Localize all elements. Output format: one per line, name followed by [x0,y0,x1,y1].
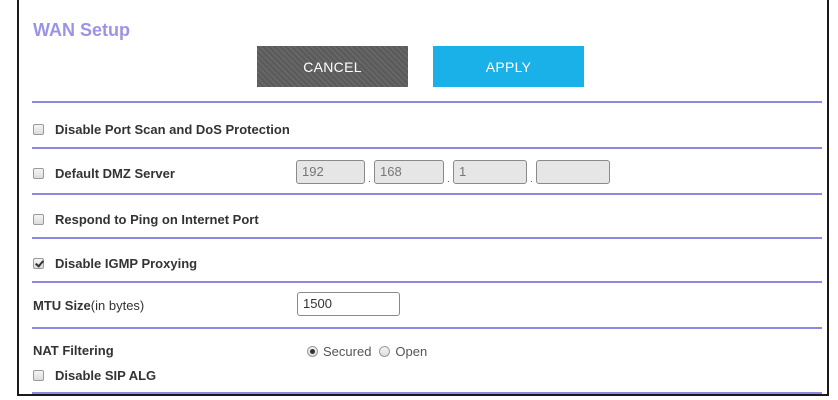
mtu-input[interactable]: 1500 [297,292,400,316]
igmp-checkbox[interactable] [33,258,44,269]
ip-dot: . [530,174,533,185]
dmz-ip-octet-1[interactable]: 192 [296,160,365,184]
nat-option-open[interactable]: Open [379,344,427,359]
igmp-row: Disable IGMP Proxying [33,256,197,271]
page-title: WAN Setup [33,20,130,40]
dmz-ip-octet-2[interactable]: 168 [374,160,444,184]
mtu-label-bold: MTU Size [33,298,91,313]
apply-button[interactable]: APPLY [433,46,584,87]
secured-radio[interactable] [307,346,318,357]
dmz-row: Default DMZ Server [33,166,175,181]
sip-checkbox[interactable] [33,370,44,381]
port-scan-label: Disable Port Scan and DoS Protection [55,122,290,137]
divider [32,281,822,283]
sip-row: Disable SIP ALG [33,368,156,383]
ping-checkbox[interactable] [33,214,44,225]
divider [32,147,822,149]
secured-label: Secured [323,344,372,359]
nat-filtering-options: Secured Open [307,344,435,359]
divider [32,193,822,195]
cancel-button[interactable]: CANCEL [257,46,408,87]
open-label: Open [395,344,428,359]
wan-setup-panel: WAN Setup CANCEL APPLY Disable Port Scan… [21,0,825,394]
dmz-checkbox[interactable] [33,168,44,179]
nat-option-secured[interactable]: Secured [307,344,371,359]
mtu-label-unit: (in bytes) [90,298,145,313]
ping-label: Respond to Ping on Internet Port [55,212,259,227]
divider [32,101,822,103]
dmz-ip-octet-4[interactable] [536,160,610,184]
divider [32,237,822,239]
ping-row: Respond to Ping on Internet Port [33,212,259,227]
igmp-label: Disable IGMP Proxying [55,256,198,271]
sip-label: Disable SIP ALG [55,368,157,383]
dmz-label: Default DMZ Server [55,166,175,181]
dmz-ip-octet-3[interactable]: 1 [453,160,527,184]
open-radio[interactable] [379,346,391,357]
divider [32,392,822,394]
mtu-label: MTU Size(in bytes) [33,298,144,313]
divider [32,327,822,329]
ip-dot: . [447,174,450,185]
nat-filtering-label: NAT Filtering [33,343,114,358]
ip-dot: . [368,174,371,185]
port-scan-row: Disable Port Scan and DoS Protection [33,122,290,137]
port-scan-checkbox[interactable] [33,124,44,135]
